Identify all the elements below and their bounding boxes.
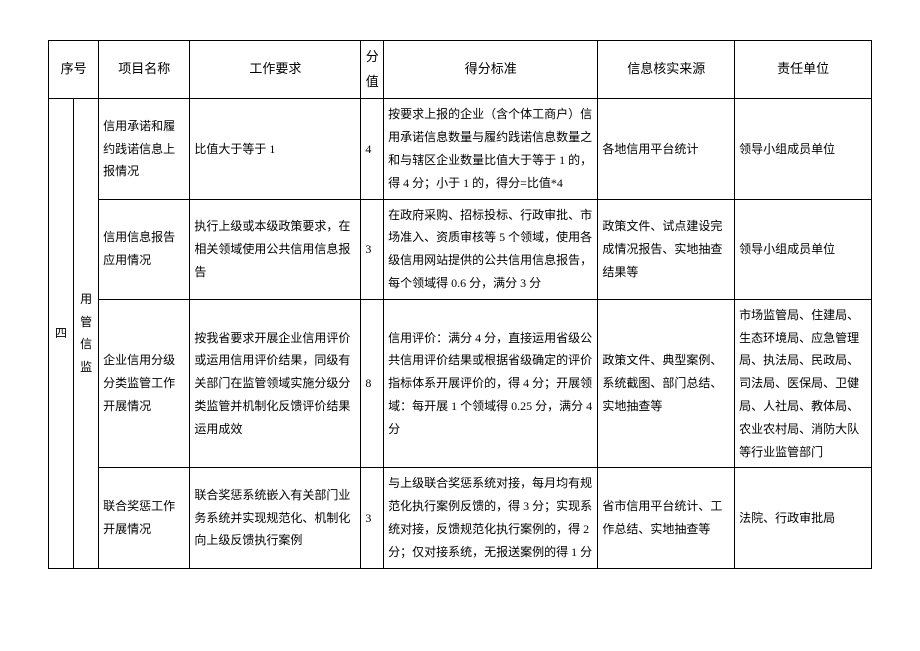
cell-score: 8 <box>361 299 384 468</box>
cell-req: 比值大于等于 1 <box>190 99 361 199</box>
table-row: 联合奖惩工作开展情况 联合奖惩系统嵌入有关部门业务系统并实现规范化、机制化向上级… <box>49 468 872 568</box>
cell-score: 3 <box>361 468 384 568</box>
col-header-std: 得分标准 <box>384 41 598 99</box>
col-header-seq: 序号 <box>49 41 99 99</box>
col-header-req: 工作要求 <box>190 41 361 99</box>
assessment-table: 序号 项目名称 工作要求 分值 得分标准 信息核实来源 责任单位 四 用管信监 … <box>48 40 872 569</box>
cell-std: 与上级联合奖惩系统对接，每月均有规范化执行案例反馈的，得 3 分；实现系统对接，… <box>384 468 598 568</box>
cell-std: 信用评价：满分 4 分，直接运用省级公共信用评价结果或根据省级确定的评价指标体系… <box>384 299 598 468</box>
cell-name: 信用承诺和履约践诺信息上报情况 <box>99 99 190 199</box>
cell-dept: 领导小组成员单位 <box>735 99 872 199</box>
cell-dept: 领导小组成员单位 <box>735 199 872 299</box>
table-row: 企业信用分级分类监管工作开展情况 按我省要求开展企业信用评价或运用信用评价结果，… <box>49 299 872 468</box>
cell-std: 按要求上报的企业（含个体工商户）信用承诺信息数量与履约践诺信息数量之和与辖区企业… <box>384 99 598 199</box>
section-seq: 四 <box>49 99 74 568</box>
cell-dept: 市场监管局、住建局、生态环境局、应急管理局、执法局、民政局、司法局、医保局、卫健… <box>735 299 872 468</box>
cell-score: 4 <box>361 99 384 199</box>
cell-src: 各地信用平台统计 <box>598 99 735 199</box>
cell-req: 按我省要求开展企业信用评价或运用信用评价结果，同级有关部门在监管领域实施分级分类… <box>190 299 361 468</box>
col-header-name: 项目名称 <box>99 41 190 99</box>
cell-req: 执行上级或本级政策要求，在相关领域使用公共信用信息报告 <box>190 199 361 299</box>
col-header-score: 分值 <box>361 41 384 99</box>
col-header-dept: 责任单位 <box>735 41 872 99</box>
table-row: 信用信息报告应用情况 执行上级或本级政策要求，在相关领域使用公共信用信息报告 3… <box>49 199 872 299</box>
table-row: 四 用管信监 信用承诺和履约践诺信息上报情况 比值大于等于 1 4 按要求上报的… <box>49 99 872 199</box>
cell-src: 政策文件、试点建设完成情况报告、实地抽查结果等 <box>598 199 735 299</box>
cell-dept: 法院、行政审批局 <box>735 468 872 568</box>
cell-src: 省市信用平台统计、工作总结、实地抽查等 <box>598 468 735 568</box>
cell-name: 联合奖惩工作开展情况 <box>99 468 190 568</box>
section-category: 用管信监 <box>74 99 99 568</box>
col-header-src: 信息核实来源 <box>598 41 735 99</box>
table-header-row: 序号 项目名称 工作要求 分值 得分标准 信息核实来源 责任单位 <box>49 41 872 99</box>
cell-std: 在政府采购、招标投标、行政审批、市场准入、资质审核等 5 个领域，使用各级信用网… <box>384 199 598 299</box>
cell-name: 企业信用分级分类监管工作开展情况 <box>99 299 190 468</box>
cell-score: 3 <box>361 199 384 299</box>
cell-src: 政策文件、典型案例、系统截图、部门总结、实地抽查等 <box>598 299 735 468</box>
cell-name: 信用信息报告应用情况 <box>99 199 190 299</box>
cell-req: 联合奖惩系统嵌入有关部门业务系统并实现规范化、机制化向上级反馈执行案例 <box>190 468 361 568</box>
